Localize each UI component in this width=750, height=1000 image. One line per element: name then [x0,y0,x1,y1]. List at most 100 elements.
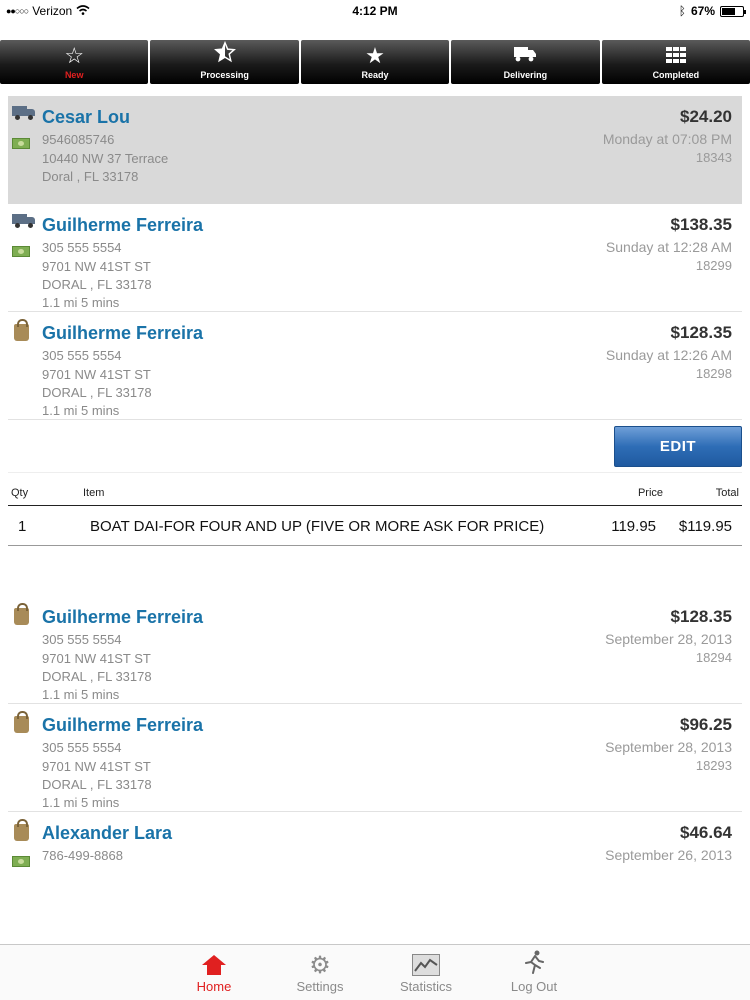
pickup-bag-icon [14,711,29,733]
customer-address: 10440 NW 37 Terrace [42,151,169,166]
order-number: 18293 [695,758,732,773]
pickup-bag-icon [14,319,29,341]
edit-button[interactable]: EDIT [614,426,742,467]
toolbar-label: Log Out [510,979,558,994]
customer-address: 9701 NW 41ST ST [42,651,151,666]
order-number: 18298 [695,366,732,381]
order-date: Monday at 07:08 PM [602,131,732,147]
tab-processing[interactable]: Processing [150,40,299,84]
customer-name: Guilherme Ferreira [42,323,204,343]
order-icons [12,106,38,149]
toolbar-label: Home [196,979,232,994]
order-row[interactable]: Alexander Lara 786-499-8868 $46.64 Septe… [8,812,742,882]
star-half-icon [213,40,236,68]
tab-label: Delivering [503,70,548,80]
order-icons [12,819,38,867]
item-price: 119.95 [611,518,656,535]
order-date: September 28, 2013 [605,739,732,755]
delivery-distance: 1.1 mi 5 mins [42,687,120,702]
battery-percent: 67% [690,4,715,18]
bluetooth-icon: ᛒ [678,4,686,18]
truck-icon [513,44,537,68]
order-amount: $24.20 [680,107,732,126]
grid-icon [665,44,686,68]
cash-payment-icon [12,246,30,257]
tab-delivering[interactable]: Delivering [451,40,600,84]
order-status-tabs: ☆ New Processing ★ Ready Delivering Comp… [0,40,750,84]
order-list-continued: Guilherme Ferreira 305 555 5554 9701 NW … [8,596,742,882]
cash-payment-icon [12,856,30,867]
order-detail-actions: EDIT [8,421,742,473]
tab-label: Ready [361,70,389,80]
clock: 4:12 PM [352,4,398,18]
order-date: Sunday at 12:28 AM [605,239,732,255]
toolbar-label: Settings [296,979,344,994]
order-row-selected[interactable]: Cesar Lou 9546085746 10440 NW 37 Terrace… [8,96,742,204]
order-items-table: Qty Item Price Total 1 BOAT DAI-FOR FOUR… [8,484,742,546]
order-list: Cesar Lou 9546085746 10440 NW 37 Terrace… [8,96,742,420]
order-date: Sunday at 12:26 AM [605,347,732,363]
order-number: 18294 [695,650,732,665]
customer-name: Cesar Lou [42,107,131,127]
customer-phone: 786-499-8868 [42,848,123,863]
customer-name: Guilherme Ferreira [42,715,204,735]
pickup-bag-icon [14,819,29,841]
order-amount: $128.35 [670,607,732,626]
status-bar: ●●○○○ Verizon 4:12 PM ᛒ 67% [0,0,750,22]
delivery-distance: 1.1 mi 5 mins [42,795,120,810]
tab-new[interactable]: ☆ New [0,40,149,84]
gear-icon: ⚙ [309,951,331,979]
order-icons [12,711,38,738]
order-icons [12,603,38,630]
order-amount: $138.35 [670,215,732,234]
order-number: 18343 [695,150,732,165]
customer-address: 9701 NW 41ST ST [42,259,151,274]
customer-address: 9701 NW 41ST ST [42,759,151,774]
delivery-distance: 1.1 mi 5 mins [42,403,120,418]
item-qty: 1 [18,518,27,535]
order-amount: $96.25 [680,715,732,734]
item-total: $119.95 [678,518,732,535]
order-number: 18299 [695,258,732,273]
tab-label: New [64,70,84,80]
chart-icon [412,954,440,976]
delivery-truck-icon [12,106,36,120]
customer-city: DORAL , FL 33178 [42,277,152,292]
tab-ready[interactable]: ★ Ready [300,40,450,84]
customer-phone: 305 555 5554 [42,740,122,755]
running-man-icon [523,950,545,981]
items-row: 1 BOAT DAI-FOR FOUR AND UP (FIVE OR MORE… [8,506,742,546]
star-filled-icon: ★ [365,43,385,68]
order-date: September 26, 2013 [605,847,732,863]
order-row[interactable]: Guilherme Ferreira 305 555 5554 9701 NW … [8,204,742,312]
bottom-toolbar: Home ⚙ Settings Statistics Log Out [0,944,750,1000]
order-amount: $46.64 [680,823,732,842]
customer-city: Doral , FL 33178 [42,169,139,184]
tab-label: Processing [200,70,249,80]
customer-phone: 305 555 5554 [42,632,122,647]
total-header: Total [715,487,739,499]
customer-city: DORAL , FL 33178 [42,777,152,792]
order-row[interactable]: Guilherme Ferreira 305 555 5554 9701 NW … [8,312,742,420]
toolbar-settings[interactable]: ⚙ Settings [280,951,360,995]
order-row[interactable]: Guilherme Ferreira 305 555 5554 9701 NW … [8,704,742,812]
toolbar-home[interactable]: Home [174,951,254,994]
pickup-bag-icon [14,603,29,625]
order-icons [12,214,38,257]
order-row[interactable]: Guilherme Ferreira 305 555 5554 9701 NW … [8,596,742,704]
qty-header: Qty [11,487,29,499]
toolbar-label: Statistics [399,979,452,994]
customer-name: Alexander Lara [42,823,173,843]
delivery-truck-icon [12,214,36,228]
delivery-distance: 1.1 mi 5 mins [42,295,120,310]
price-header: Price [637,487,663,499]
customer-address: 9701 NW 41ST ST [42,367,151,382]
battery-icon [720,5,746,17]
toolbar-statistics[interactable]: Statistics [386,951,466,994]
item-header: Item [83,487,105,499]
item-name: BOAT DAI-FOR FOUR AND UP (FIVE OR MORE A… [90,518,545,535]
customer-name: Guilherme Ferreira [42,215,204,235]
toolbar-logout[interactable]: Log Out [494,950,574,994]
tab-completed[interactable]: Completed [601,40,750,84]
customer-name: Guilherme Ferreira [42,607,204,627]
